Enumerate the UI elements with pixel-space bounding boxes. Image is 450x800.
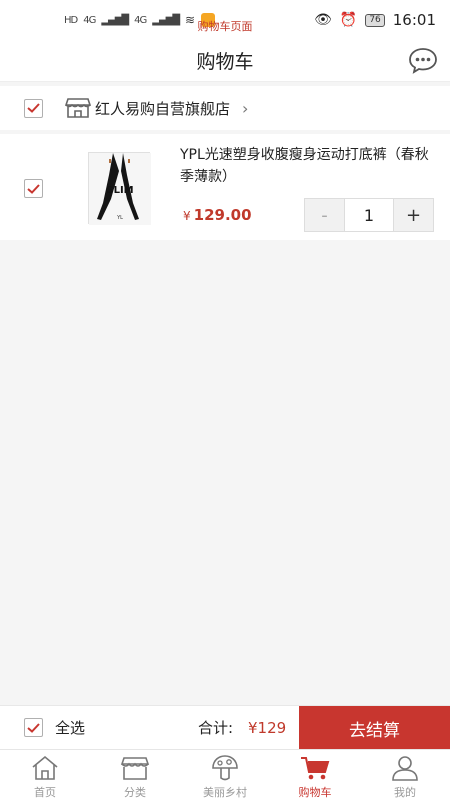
- select-all-checkbox[interactable]: [24, 718, 43, 737]
- home-icon: [32, 755, 58, 780]
- tab-profile[interactable]: 我的: [360, 750, 450, 800]
- mushroom-icon: [212, 755, 238, 781]
- app-notification-icon: [201, 13, 216, 27]
- tab-category[interactable]: 分类: [90, 750, 180, 800]
- tab-village-label: 美丽乡村: [203, 786, 247, 799]
- hd-indicator: HD: [64, 14, 78, 26]
- clock-time: 16:01: [392, 11, 436, 29]
- chevron-right-icon[interactable]: ›: [242, 99, 248, 118]
- battery-icon: 76: [365, 13, 385, 27]
- category-icon: [120, 757, 150, 780]
- page-header: 购物车: [0, 40, 450, 82]
- alarm-icon: ⏰: [339, 12, 358, 28]
- network-left-icon: 4G: [83, 14, 96, 26]
- page-title: 购物车: [196, 51, 254, 73]
- cart-icon: [301, 757, 330, 780]
- cart-item: SLIM YL YPL光速塑身收腹瘦身运动打底裤（春秋季薄款） ¥129.00 …: [0, 134, 450, 240]
- tab-cart[interactable]: 购物车: [270, 750, 360, 800]
- tab-cart-label: 购物车: [298, 786, 332, 799]
- status-right: 👁 ⏰ 76 16:01: [314, 11, 436, 29]
- checkout-bar: 全选 合计: ¥129 去结算: [0, 705, 450, 750]
- currency-symbol: ¥: [183, 209, 191, 223]
- increase-button[interactable]: +: [393, 199, 433, 231]
- status-left: HD 4G ▂▄▆█ 4G ▂▄▆█ ≋: [64, 13, 216, 27]
- price-value: 129.00: [193, 206, 252, 224]
- store-name[interactable]: 红人易购自营旗舰店: [95, 98, 230, 119]
- product-price: ¥129.00: [183, 206, 252, 224]
- message-icon[interactable]: [408, 46, 438, 74]
- tab-category-label: 分类: [124, 786, 146, 799]
- item-checkbox[interactable]: [24, 179, 43, 198]
- signal-icon: ▂▄▆█: [101, 14, 129, 26]
- svg-text:YL: YL: [116, 215, 123, 221]
- product-name[interactable]: YPL光速塑身收腹瘦身运动打底裤（春秋季薄款）: [180, 144, 438, 188]
- network-right-icon: 4G: [134, 14, 147, 26]
- bottom-tab-bar: 首页 分类 美丽乡村 购物车 我的: [0, 749, 450, 800]
- store-icon: [65, 97, 91, 119]
- store-checkbox[interactable]: [24, 98, 43, 118]
- tab-home[interactable]: 首页: [0, 750, 90, 800]
- tab-home-label: 首页: [34, 786, 56, 799]
- tab-profile-label: 我的: [394, 786, 416, 799]
- status-bar: HD 4G ▂▄▆█ 4G ▂▄▆█ ≋ 购物车页面 👁 ⏰ 76 16:01: [0, 0, 450, 40]
- store-row[interactable]: 红人易购自营旗舰店 ›: [0, 86, 450, 130]
- wifi-icon: ≋: [185, 13, 196, 27]
- product-image-text: SLIM: [106, 185, 133, 196]
- product-image[interactable]: SLIM YL: [88, 152, 151, 225]
- total-label: 合计:: [198, 719, 234, 737]
- signal-icon-2: ▂▄▆█: [152, 14, 180, 26]
- select-all-label[interactable]: 全选: [55, 717, 85, 738]
- eye-icon: 👁: [314, 12, 332, 28]
- decrease-button[interactable]: -: [305, 199, 345, 231]
- tab-village[interactable]: 美丽乡村: [180, 750, 270, 800]
- profile-icon: [392, 756, 418, 781]
- quantity-stepper: - 1 +: [304, 198, 434, 232]
- total-value: ¥129: [248, 718, 287, 737]
- quantity-value[interactable]: 1: [345, 199, 393, 231]
- checkout-button[interactable]: 去结算: [299, 706, 450, 750]
